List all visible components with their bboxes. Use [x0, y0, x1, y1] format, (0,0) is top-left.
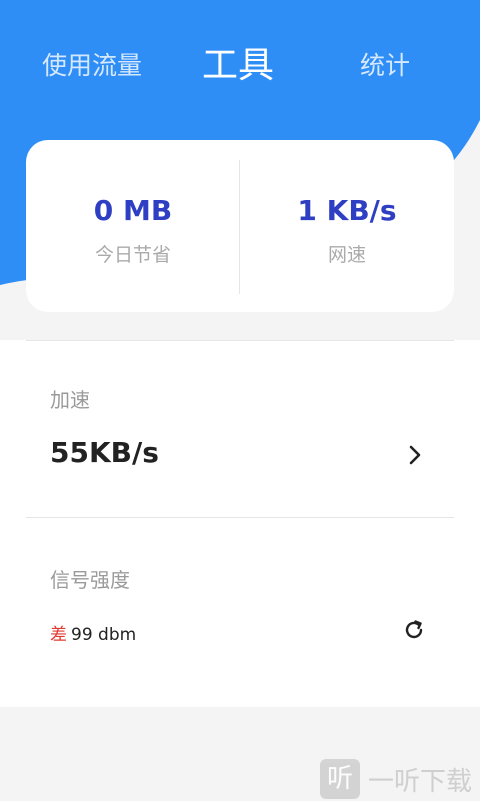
tab-stats[interactable]: 统计 [360, 36, 410, 96]
signal-row: 差 99 dbm [50, 620, 454, 646]
section-divider [26, 517, 454, 518]
signal-title: 信号强度 [50, 568, 130, 592]
stat-net-speed-value: 1 KB/s [297, 194, 397, 227]
top-tabs: 使用流量 工具 统计 [0, 36, 480, 96]
watermark: 听 一听下载 [320, 757, 480, 801]
tab-usage[interactable]: 使用流量 [42, 36, 142, 96]
tools-panel: 加速 55KB/s 信号强度 差 99 dbm [0, 340, 480, 707]
speedup-title: 加速 [50, 388, 90, 412]
refresh-icon[interactable] [402, 618, 426, 642]
chevron-right-icon[interactable] [404, 444, 426, 466]
stat-saved-today: 0 MB 今日节省 [26, 140, 240, 312]
panel-top-divider [26, 340, 454, 341]
stats-card: 0 MB 今日节省 1 KB/s 网速 [26, 140, 454, 312]
stat-saved-today-label: 今日节省 [94, 244, 171, 266]
watermark-logo-icon: 听 [320, 759, 360, 799]
tab-tools[interactable]: 工具 [202, 36, 274, 96]
speedup-value: 55KB/s [50, 436, 159, 469]
watermark-text: 一听下载 [368, 767, 473, 797]
signal-dbm: 99 dbm [71, 625, 137, 645]
signal-quality: 差 [50, 625, 67, 645]
stat-net-speed-label: 网速 [327, 244, 366, 266]
stat-net-speed: 1 KB/s 网速 [240, 140, 454, 312]
speedup-row[interactable]: 55KB/s [26, 420, 454, 492]
stat-saved-today-value: 0 MB [93, 194, 173, 227]
